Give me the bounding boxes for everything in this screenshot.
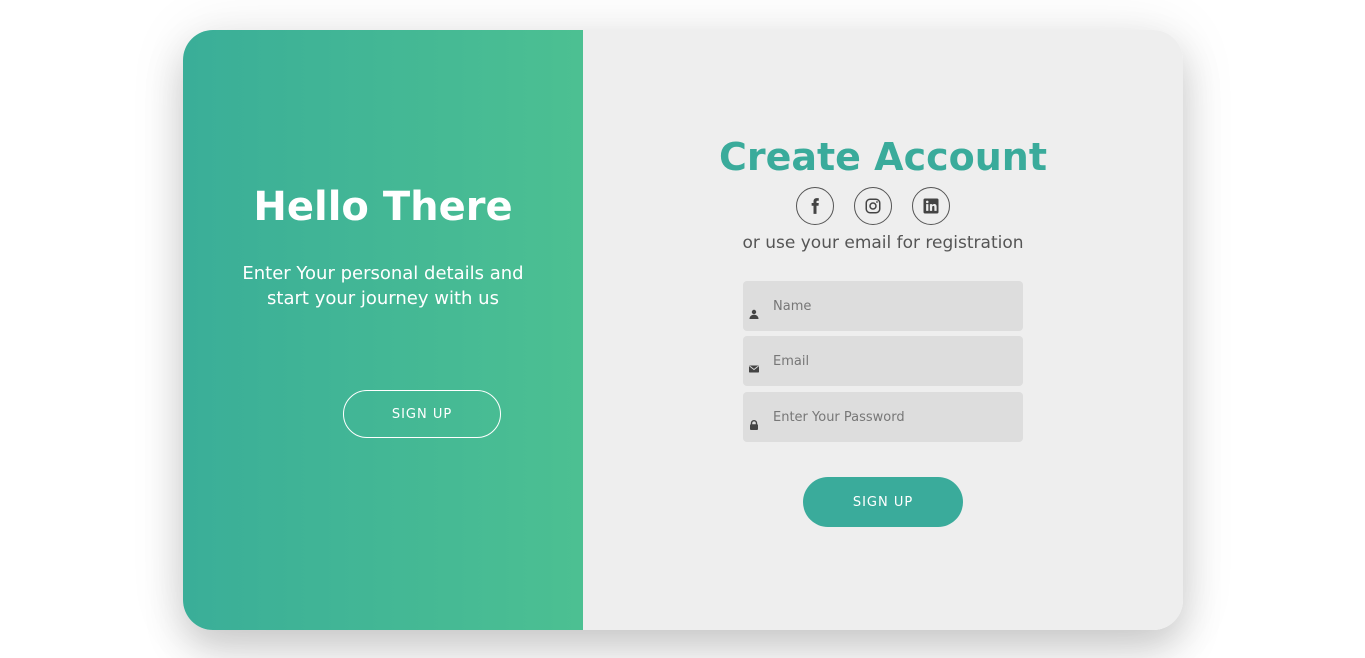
- social-links: [583, 187, 1183, 225]
- user-icon: [749, 309, 759, 319]
- form-title: Create Account: [718, 135, 1048, 179]
- facebook-icon: [811, 198, 819, 214]
- signup-card: Hello There Enter Your personal details …: [183, 30, 1183, 630]
- welcome-text: Enter Your personal details and start yo…: [242, 263, 524, 309]
- form-panel: Create Account or use your email for reg…: [583, 30, 1183, 630]
- password-field[interactable]: [743, 392, 1023, 442]
- linkedin-button[interactable]: [912, 187, 950, 225]
- email-input[interactable]: [773, 336, 1013, 386]
- facebook-button[interactable]: [796, 187, 834, 225]
- welcome-panel: Hello There Enter Your personal details …: [183, 30, 583, 630]
- instagram-button[interactable]: [854, 187, 892, 225]
- panel-sign-up-button[interactable]: SIGN UP: [343, 390, 501, 438]
- lock-icon: [750, 420, 758, 430]
- email-field[interactable]: [743, 336, 1023, 386]
- linkedin-icon: [923, 198, 939, 214]
- registration-hint: or use your email for registration: [742, 233, 1024, 253]
- instagram-icon: [865, 198, 881, 214]
- welcome-title: Hello There: [253, 184, 513, 230]
- name-input[interactable]: [773, 281, 1013, 331]
- name-field[interactable]: [743, 281, 1023, 331]
- sign-up-button[interactable]: SIGN UP: [803, 477, 963, 527]
- envelope-icon: [749, 365, 759, 373]
- password-input[interactable]: [773, 392, 1013, 442]
